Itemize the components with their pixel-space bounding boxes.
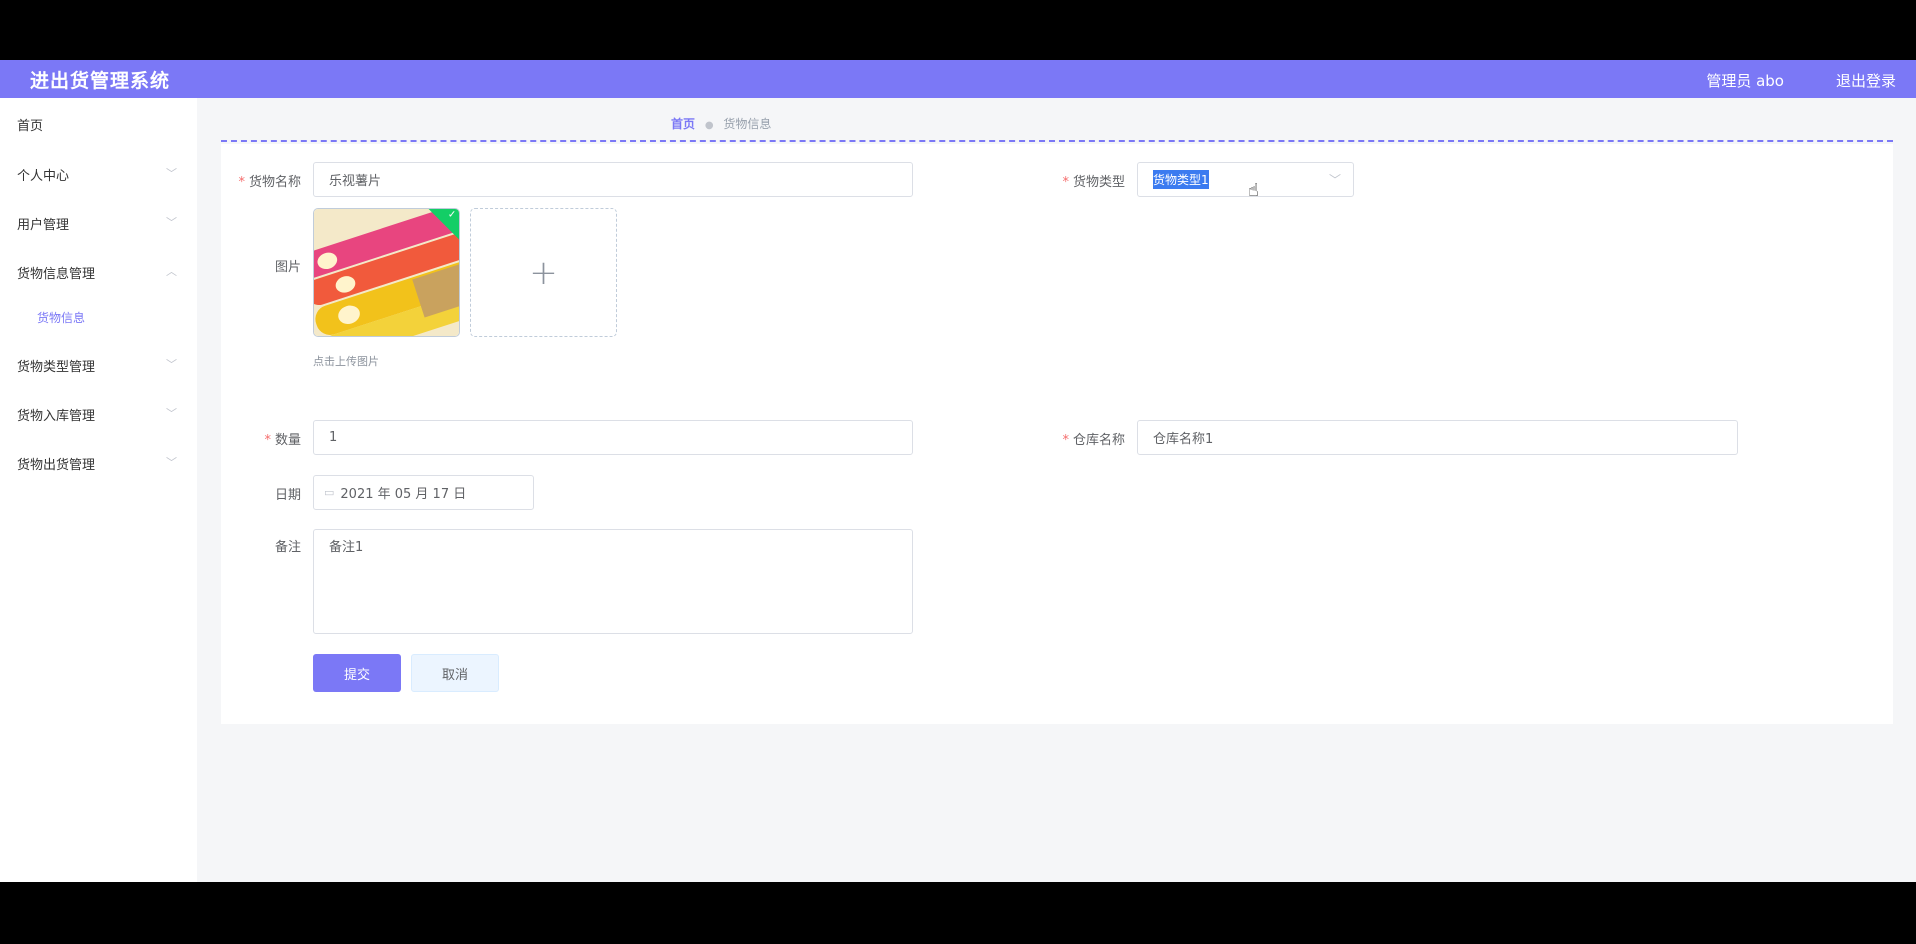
- calendar-icon: ▭: [324, 486, 335, 499]
- warehouse-input[interactable]: 仓库名称1: [1137, 420, 1738, 455]
- warehouse-label: * 仓库名称: [1041, 429, 1125, 448]
- date-value: 2021 年 05 月 17 日: [340, 487, 467, 502]
- sidebar-item-home[interactable]: 首页: [17, 115, 177, 134]
- chevron-down-icon: ﹀: [1328, 173, 1341, 187]
- remark-label: 备注: [274, 540, 301, 555]
- quantity-label-text: 数量: [274, 433, 301, 448]
- required-marker: *: [1062, 433, 1069, 448]
- goods-name-input[interactable]: 乐视薯片: [313, 162, 913, 197]
- breadcrumb-current: 货物信息: [723, 117, 772, 131]
- goods-type-label: * 货物类型: [1041, 171, 1125, 190]
- sidebar: 首页 个人中心 ﹀ 用户管理 ﹀ 货物信息管理 ︿ 货物信息 货物类型管理 ﹀ …: [0, 98, 197, 882]
- warehouse-label-text: 仓库名称: [1072, 433, 1125, 448]
- goods-type-select[interactable]: 货物类型1 ﹀: [1137, 162, 1354, 197]
- plus-icon: +: [529, 252, 558, 293]
- breadcrumb: 首页 ● 货物信息: [671, 115, 771, 132]
- logout-button[interactable]: 退出登录: [1836, 70, 1896, 91]
- check-icon: ✓: [447, 209, 457, 221]
- goods-type-value: 货物类型1: [1153, 170, 1209, 189]
- breadcrumb-home[interactable]: 首页: [671, 117, 695, 131]
- breadcrumb-divider: [221, 140, 1893, 142]
- chevron-up-icon: ︿: [166, 265, 177, 278]
- required-marker: *: [264, 433, 271, 448]
- required-marker: *: [238, 175, 245, 190]
- goods-type-label-text: 货物类型: [1072, 175, 1125, 190]
- sidebar-item-label: 货物信息管理: [17, 267, 96, 282]
- hand-pointer-icon: ☝: [1248, 180, 1259, 201]
- sidebar-item-goods-info-management[interactable]: 货物信息管理 ︿: [17, 263, 177, 282]
- chevron-down-icon: ﹀: [166, 167, 177, 180]
- sidebar-item-goods-type-management[interactable]: 货物类型管理 ﹀: [17, 356, 177, 375]
- remark-textarea[interactable]: 备注1: [313, 529, 913, 634]
- user-label: 管理员 abo: [1706, 72, 1784, 90]
- breadcrumb-separator-icon: ●: [704, 120, 714, 131]
- chevron-down-icon: ﹀: [166, 358, 177, 371]
- image-label: 图片: [274, 260, 301, 275]
- remark-value: 备注1: [329, 540, 364, 555]
- sidebar-item-label: 用户管理: [17, 218, 70, 233]
- image-upload-button[interactable]: +: [470, 208, 617, 337]
- sidebar-item-label: 货物入库管理: [17, 409, 96, 424]
- app-title: 进出货管理系统: [30, 70, 171, 92]
- goods-name-label: * 货物名称: [231, 171, 301, 190]
- goods-name-label-text: 货物名称: [248, 175, 301, 190]
- sidebar-item-label: 货物出货管理: [17, 458, 96, 473]
- app-screen: 进出货管理系统 管理员 abo 退出登录 首页 个人中心 ﹀ 用户管理 ﹀ 货物…: [0, 60, 1916, 882]
- quantity-input[interactable]: 1: [313, 420, 913, 455]
- quantity-label: * 数量: [231, 429, 301, 448]
- warehouse-value: 仓库名称1: [1153, 432, 1214, 447]
- date-label: 日期: [274, 488, 301, 503]
- goods-name-value: 乐视薯片: [329, 174, 382, 189]
- top-navbar: 进出货管理系统 管理员 abo 退出登录: [0, 60, 1916, 98]
- quantity-value: 1: [329, 430, 338, 445]
- required-marker: *: [1062, 175, 1069, 190]
- sidebar-item-label: 货物类型管理: [17, 360, 96, 375]
- submit-button[interactable]: 提交: [313, 654, 401, 692]
- upload-tip: 点击上传图片: [313, 355, 379, 368]
- chevron-down-icon: ﹀: [166, 216, 177, 229]
- date-picker[interactable]: ▭ 2021 年 05 月 17 日: [313, 475, 534, 510]
- sidebar-item-goods-outbound-management[interactable]: 货物出货管理 ﹀: [17, 454, 177, 473]
- sidebar-item-label: 个人中心: [17, 169, 70, 184]
- cancel-button[interactable]: 取消: [411, 654, 499, 692]
- sidebar-item-label: 首页: [17, 119, 44, 134]
- sidebar-subitem-goods-info[interactable]: 货物信息: [37, 309, 85, 326]
- goods-form: * 货物名称 乐视薯片 * 货物类型 货物类型1 ﹀ ☝ 图片 ✓ + 点击上传…: [221, 144, 1893, 724]
- goods-image-thumbnail[interactable]: ✓: [313, 208, 460, 337]
- chevron-down-icon: ﹀: [166, 456, 177, 469]
- chevron-down-icon: ﹀: [166, 407, 177, 420]
- sidebar-item-personal-center[interactable]: 个人中心 ﹀: [17, 165, 177, 184]
- goods-image: [314, 209, 459, 336]
- sidebar-item-goods-inbound-management[interactable]: 货物入库管理 ﹀: [17, 405, 177, 424]
- sidebar-item-user-management[interactable]: 用户管理 ﹀: [17, 214, 177, 233]
